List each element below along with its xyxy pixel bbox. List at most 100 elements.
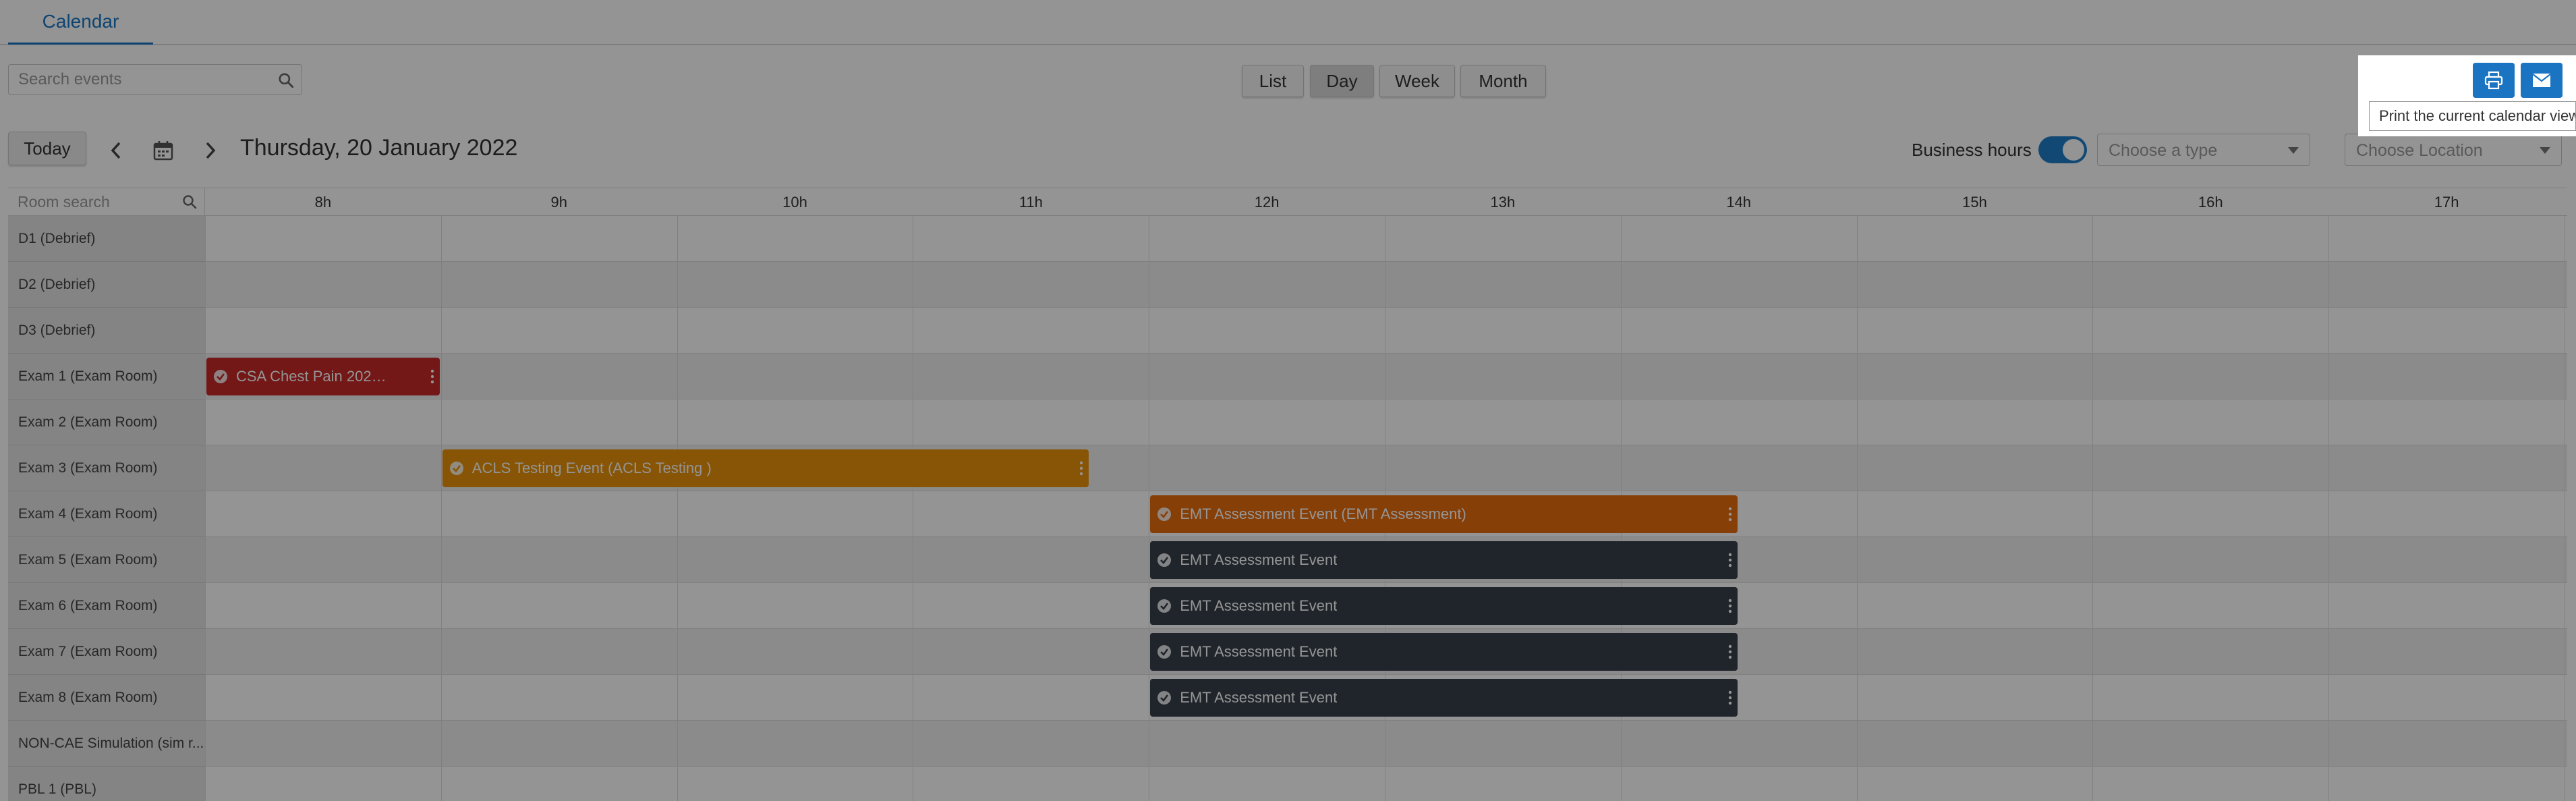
hour-header: 15h [1962, 194, 1987, 211]
type-select-placeholder: Choose a type [2109, 141, 2218, 160]
room-row-label: PBL 1 (PBL) [8, 767, 205, 801]
hour-header: 17h [2434, 194, 2459, 211]
more-options-icon[interactable] [1728, 552, 1732, 568]
room-row-label: Exam 7 (Exam Room) [8, 629, 205, 675]
current-date: Thursday, 20 January 2022 [240, 135, 518, 161]
room-lane[interactable] [205, 262, 2567, 308]
hour-gridline [441, 216, 442, 801]
grid-header: 8h 9h 10h 11h 12h 13h 14h 15h 16h 17h [8, 188, 2567, 217]
chevron-down-icon [2288, 147, 2299, 154]
check-circle-icon [449, 462, 463, 475]
room-row-label: NON-CAE Simulation (sim r... [8, 721, 205, 767]
event-label: EMT Assessment Event (EMT Assessment) [1180, 505, 1466, 522]
more-options-icon[interactable] [1728, 598, 1732, 614]
tab-bar: Calendar [0, 0, 2576, 45]
event-label: EMT Assessment Event [1180, 551, 1338, 568]
view-list-button[interactable]: List [1242, 65, 1304, 97]
hour-header: 13h [1490, 194, 1516, 211]
chevron-down-icon [2540, 147, 2550, 154]
search-input[interactable] [9, 65, 284, 94]
hour-header: 9h [550, 194, 567, 211]
print-button[interactable] [2473, 63, 2515, 98]
hour-header: 11h [1019, 194, 1043, 211]
check-circle-icon [1157, 553, 1172, 567]
room-lane[interactable] [205, 767, 2567, 801]
location-select-placeholder: Choose Location [2356, 141, 2483, 160]
business-hours-label: Business hours [1912, 140, 2032, 160]
calendar-event[interactable]: EMT Assessment Event [1150, 633, 1738, 671]
view-month-button[interactable]: Month [1460, 65, 1546, 97]
more-options-icon[interactable] [1728, 690, 1732, 706]
room-search-input[interactable] [8, 188, 189, 215]
calendar-icon [153, 141, 173, 161]
email-button[interactable] [2521, 63, 2563, 98]
search-icon[interactable] [277, 72, 295, 89]
search-box [8, 64, 302, 95]
room-lane[interactable] [205, 216, 2567, 262]
room-row-label: D2 (Debrief) [8, 262, 205, 308]
room-row-label: Exam 4 (Exam Room) [8, 491, 205, 537]
more-options-icon[interactable] [1728, 644, 1732, 660]
event-label: CSA Chest Pain 2022 Even... [236, 368, 393, 385]
more-options-icon[interactable] [1079, 460, 1083, 476]
more-options-icon[interactable] [430, 368, 434, 385]
print-tooltip: Print the current calendar view [2369, 101, 2576, 131]
chevron-right-icon [206, 142, 216, 159]
hour-header: 16h [2198, 194, 2223, 211]
room-row-label: Exam 2 (Exam Room) [8, 399, 205, 445]
toggle-knob [2063, 139, 2084, 161]
check-circle-icon [1157, 599, 1172, 613]
business-hours-toggle[interactable] [2038, 136, 2087, 163]
hour-gridline [2092, 216, 2093, 801]
calendar-event[interactable]: EMT Assessment Event [1150, 679, 1738, 717]
event-label: EMT Assessment Event [1180, 597, 1338, 614]
hour-header: 12h [1254, 194, 1280, 211]
chevron-left-icon [111, 142, 121, 159]
room-row-label: Exam 3 (Exam Room) [8, 445, 205, 491]
type-select[interactable]: Choose a type [2097, 134, 2310, 166]
room-row-label: Exam 6 (Exam Room) [8, 583, 205, 629]
event-label: ACLS Testing Event (ACLS Testing ) [471, 460, 712, 476]
room-lane[interactable] [205, 399, 2567, 445]
printer-icon [2484, 71, 2503, 90]
hour-header: 10h [782, 194, 807, 211]
event-label: EMT Assessment Event [1180, 643, 1338, 660]
date-picker-button[interactable] [150, 137, 177, 164]
check-circle-icon [1157, 645, 1172, 659]
room-row-label: Exam 5 (Exam Room) [8, 537, 205, 583]
room-lane[interactable] [205, 354, 2567, 399]
hour-gridline [205, 216, 206, 801]
room-row-label: Exam 1 (Exam Room) [8, 354, 205, 399]
envelope-icon [2532, 74, 2551, 87]
room-row-label: D1 (Debrief) [8, 216, 205, 262]
hour-gridline [1857, 216, 1858, 801]
next-day-button[interactable] [197, 137, 224, 164]
prev-day-button[interactable] [103, 137, 130, 164]
check-circle-icon [1157, 507, 1172, 521]
view-week-button[interactable]: Week [1379, 65, 1455, 97]
hour-header: 8h [314, 194, 332, 211]
location-select[interactable]: Choose Location [2345, 134, 2562, 166]
view-day-button[interactable]: Day [1310, 65, 1374, 97]
check-circle-icon [1157, 691, 1172, 705]
check-circle-icon [214, 370, 227, 383]
event-label: EMT Assessment Event [1180, 689, 1338, 706]
hour-header: 14h [1726, 194, 1752, 211]
hour-gridline [677, 216, 678, 801]
more-options-icon[interactable] [1728, 506, 1732, 522]
calendar-event[interactable]: EMT Assessment Event [1150, 541, 1738, 579]
room-lane[interactable] [205, 308, 2567, 354]
today-button[interactable]: Today [8, 132, 86, 165]
calendar-event[interactable]: EMT Assessment Event [1150, 587, 1738, 625]
room-row-label: Exam 8 (Exam Room) [8, 675, 205, 721]
calendar-event[interactable]: ACLS Testing Event (ACLS Testing ) [442, 449, 1089, 487]
hour-gridline [2328, 216, 2329, 801]
tab-calendar[interactable]: Calendar [8, 0, 153, 45]
room-search-box [8, 188, 205, 217]
search-icon[interactable] [181, 194, 198, 210]
room-row-label: D3 (Debrief) [8, 308, 205, 354]
calendar-event[interactable]: CSA Chest Pain 2022 Even... [206, 358, 440, 395]
room-lane[interactable] [205, 721, 2567, 767]
calendar-event[interactable]: EMT Assessment Event (EMT Assessment) [1150, 495, 1738, 533]
scheduler-grid: 8h 9h 10h 11h 12h 13h 14h 15h 16h 17h D1 (Debrief… [8, 188, 2567, 801]
